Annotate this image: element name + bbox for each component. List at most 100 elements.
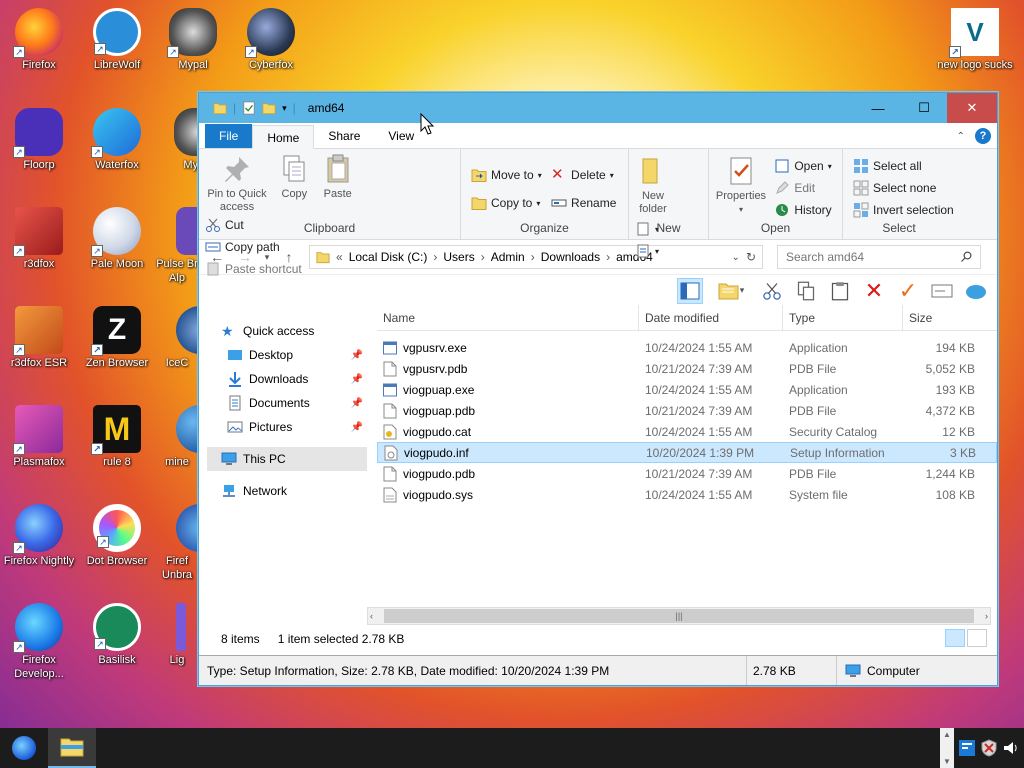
copy-toolbar-button[interactable] (793, 278, 819, 304)
invert-selection-button[interactable]: Invert selection (853, 199, 954, 221)
chevron-down-icon[interactable]: ▾ (282, 103, 287, 114)
nav-item-pictures[interactable]: Pictures 📌 (207, 415, 367, 439)
desktop-icon-r3dfox-esr[interactable]: ↗ r3dfox ESR (0, 306, 78, 370)
desktop-icon-dot-browser[interactable]: ↗ Dot Browser (78, 504, 156, 568)
desktop-icon-firefox-developer[interactable]: ↗ Firefox Develop... (0, 603, 78, 681)
desktop-icon-pale-moon[interactable]: ↗ Pale Moon (78, 207, 156, 271)
scroll-right-icon[interactable]: › (985, 611, 988, 621)
chevron-down-icon[interactable]: ⌄ (732, 252, 740, 263)
column-header-type[interactable]: Type (783, 305, 903, 330)
tab-share[interactable]: Share (314, 124, 374, 148)
table-row[interactable]: viogpudo.sys 10/24/2024 1:55 AM System fil… (377, 484, 997, 505)
desktop-icon-plasmafox[interactable]: ↗ Plasmafox (0, 405, 78, 469)
address-bar[interactable]: « Local Disk (C:) › Users › Admin › Down… (309, 245, 763, 269)
paste-toolbar-button[interactable] (827, 278, 853, 304)
breadcrumb-downloads[interactable]: Downloads (541, 250, 600, 264)
desktop-icon-mypal[interactable]: ↗ Mypal (154, 8, 232, 72)
taskbar-file-explorer-button[interactable] (48, 728, 96, 768)
tray-scroll[interactable]: ▲ ▼ (940, 728, 954, 768)
desktop-icon-mine[interactable]: mine (154, 405, 200, 469)
taskbar-firefox-button[interactable] (0, 728, 48, 768)
edit-button[interactable]: Edit (774, 177, 831, 199)
tab-home[interactable]: Home (252, 125, 315, 149)
paste-button[interactable]: Paste (320, 153, 356, 201)
search-box[interactable]: Search amd64 (777, 245, 981, 269)
refresh-icon[interactable]: ↻ (746, 250, 756, 264)
breadcrumb-local-disk[interactable]: Local Disk (C:) (349, 250, 428, 264)
cut-toolbar-button[interactable] (759, 278, 785, 304)
desktop-icon-firefox-unbranded[interactable]: Firef Unbra (154, 504, 200, 582)
chevron-down-icon[interactable]: ▼ (943, 757, 951, 766)
open-button[interactable]: Open ▾ (774, 155, 832, 177)
desktop-icon-basilisk[interactable]: ↗ Basilisk (78, 603, 156, 667)
desktop-icon-new-logo-sucks[interactable]: V ↗ new logo sucks (936, 8, 1014, 72)
properties-toolbar-button[interactable]: ✓ (895, 278, 921, 304)
globe-toolbar-button[interactable] (963, 278, 989, 304)
properties-button[interactable]: Properties ▾ (715, 155, 767, 216)
table-row[interactable]: vgpusrv.pdb 10/21/2024 7:39 AM PDB File 5,0… (377, 358, 997, 379)
copy-path-button[interactable]: Copy path (205, 236, 302, 258)
desktop-icon-firefox[interactable]: ↗ Firefox (0, 8, 78, 72)
help-icon[interactable]: ? (975, 128, 991, 144)
delete-button[interactable]: ✕ Delete ▾ (551, 161, 616, 189)
chevron-up-icon[interactable]: ⌃ (957, 131, 965, 142)
horizontal-scrollbar[interactable]: ‹ ||| › (367, 607, 991, 625)
desktop-icon-cyberfox[interactable]: ↗ Cyberfox (232, 8, 310, 72)
nav-item-downloads[interactable]: Downloads 📌 (207, 367, 367, 391)
nav-item-desktop[interactable]: Desktop 📌 (207, 343, 367, 367)
tab-file[interactable]: File (205, 124, 253, 148)
desktop-icon-librewolf[interactable]: ↗ LibreWolf (78, 8, 156, 72)
move-to-button[interactable]: Move to ▾ (471, 161, 542, 189)
select-all-button[interactable]: Select all (853, 155, 954, 177)
breadcrumb-admin[interactable]: Admin (491, 250, 525, 264)
breadcrumb-users[interactable]: Users (443, 250, 474, 264)
nav-item-documents[interactable]: Documents 📌 (207, 391, 367, 415)
desktop-icon-floorp[interactable]: ↗ Floorp (0, 108, 78, 172)
new-folder-button[interactable]: New folder (635, 155, 671, 216)
table-row[interactable]: viogpuap.pdb 10/21/2024 7:39 AM PDB File 4,… (377, 400, 997, 421)
pin-icon[interactable]: 📌 (351, 350, 363, 361)
scrollbar-thumb[interactable]: ||| (384, 609, 974, 623)
pin-icon[interactable]: 📌 (351, 422, 363, 433)
rename-toolbar-button[interactable] (929, 278, 955, 304)
floorp-tray-icon[interactable] (958, 739, 976, 757)
nav-item-quick-access[interactable]: ★ Quick access (207, 319, 367, 343)
desktop-icon-r3dfox[interactable]: ↗ r3dfox (0, 207, 78, 271)
column-header-size[interactable]: Size (903, 305, 981, 330)
desktop-icon-pulse[interactable]: Pulse Br Alp (154, 207, 200, 285)
table-row[interactable]: viogpudo.cat 10/24/2024 1:55 AM Security C… (377, 421, 997, 442)
select-none-button[interactable]: Select none (853, 177, 954, 199)
pin-icon[interactable]: 📌 (351, 398, 363, 409)
desktop-icon-waterfox[interactable]: ↗ Waterfox (78, 108, 156, 172)
desktop-icon-rule8[interactable]: M ↗ rule 8 (78, 405, 156, 469)
delete-toolbar-button[interactable]: ✕ (861, 278, 887, 304)
table-row[interactable]: vgpusrv.exe 10/24/2024 1:55 AM Application… (377, 337, 997, 358)
shield-icon[interactable] (980, 739, 998, 757)
pin-to-quick-access-button[interactable]: Pin to Quick access (205, 153, 269, 214)
copy-to-button[interactable]: Copy to ▾ (471, 189, 542, 217)
desktop-icon-my-partial[interactable]: My (154, 108, 222, 172)
details-view-button[interactable] (945, 629, 965, 647)
paste-shortcut-button[interactable]: Paste shortcut (205, 258, 302, 280)
properties-icon[interactable] (242, 101, 256, 115)
rename-button[interactable]: Rename (551, 189, 616, 217)
new-folder-icon[interactable] (262, 101, 276, 115)
desktop-icon-light[interactable]: Lig (154, 603, 200, 667)
chevron-up-icon[interactable]: ▲ (943, 730, 951, 739)
table-row[interactable]: viogpudo.inf 10/20/2024 1:39 PM Setup Info… (377, 442, 997, 463)
nav-item-network[interactable]: Network (207, 479, 367, 503)
easy-access-button[interactable]: ▾ (635, 240, 659, 262)
large-icons-view-button[interactable] (967, 629, 987, 647)
column-header-date-modified[interactable]: Date modified (639, 305, 783, 330)
history-button[interactable]: History (774, 199, 832, 221)
desktop-icon-firefox-nightly[interactable]: ↗ Firefox Nightly (0, 504, 78, 568)
copy-button[interactable]: Copy (276, 153, 312, 201)
desktop-icon-icecat[interactable]: IceC (154, 306, 200, 370)
overflow-crumb[interactable]: « (336, 250, 343, 264)
minimize-button[interactable]: — (855, 93, 901, 123)
preview-pane-button[interactable] (677, 277, 703, 304)
nav-item-this-pc[interactable]: This PC (207, 447, 367, 471)
scroll-left-icon[interactable]: ‹ (370, 611, 373, 621)
table-row[interactable]: viogpudo.pdb 10/21/2024 7:39 AM PDB File 1,… (377, 463, 997, 484)
speaker-icon[interactable] (1002, 739, 1020, 757)
